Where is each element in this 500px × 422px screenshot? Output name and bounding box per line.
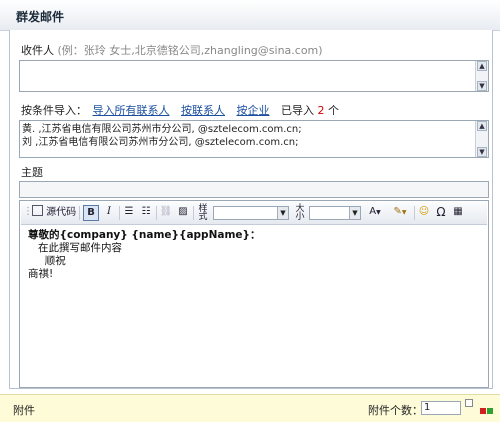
imported-scrollbar[interactable]: ▲ ▼ [475,121,488,157]
import-by-company-link[interactable]: 按企业 [237,104,270,117]
attachments-count-input[interactable]: 1 [421,401,461,415]
scroll-up-icon[interactable]: ▲ [477,121,487,131]
smiley-icon[interactable]: ☺ [417,205,431,221]
source-code-icon [31,205,43,216]
import-bar: 按条件导入： 导入所有联系人 按联系人 按企业 已导入 2 个 [21,102,339,118]
scroll-down-icon[interactable]: ▼ [477,81,487,91]
attachments-bar: 附件 附件个数： 1 [0,394,500,422]
scroll-down-icon[interactable]: ▼ [477,147,487,157]
subject-input[interactable] [19,181,489,198]
editor-toolbar: ⋮ 源代码 B I ☰ ☷ ⛓ ▨ 样式 ▼ 大小 ▼ A▼ ✎▼ ☺ Ω ▦ [21,202,487,225]
attachments-label: 附件 [13,404,35,417]
size-label: 大小 [295,204,305,222]
style-select[interactable]: ▼ [213,206,289,220]
toolbar-separator [79,206,80,220]
link-icon[interactable]: ⛓ [159,205,173,221]
imported-unit: 个 [328,104,339,117]
subject-label: 主题 [21,166,43,179]
toolbar-grip: ⋮ [23,206,33,217]
compose-panel: 收件人 (例：张玲 女士,北京德铭公司,zhangling@sina.com) … [9,30,493,389]
logo-green-square [487,408,493,414]
toolbar-separator [414,206,415,220]
recipients-label-text: 收件人 [21,44,54,57]
imported-recipient-row: 刘 ,江苏省电信有限公司苏州市分公司, @sztelecom.com.cn; [22,137,299,148]
chevron-down-icon: ▼ [349,207,360,219]
title-bar: 群发邮件 [0,0,500,31]
editor-body[interactable]: 尊敬的{company} {name}{appName}： 在此撰写邮件内容 顺… [28,229,260,281]
body-line: 在此撰写邮件内容 [28,242,123,254]
style-label: 样式 [198,204,208,222]
bold-button[interactable]: B [83,205,99,221]
import-by-contact-link[interactable]: 按联系人 [181,104,225,117]
imported-count: 2 [317,104,325,117]
highlight-color-button[interactable]: ✎▼ [389,205,411,221]
source-code-label: 源代码 [46,207,77,218]
recipients-label: 收件人 (例：张玲 女士,北京德铭公司,zhangling@sina.com) [21,42,323,58]
toolbar-separator [156,206,157,220]
chevron-down-icon: ▼ [277,207,288,219]
body-line: 顺祝 [28,255,66,267]
text-color-button[interactable]: A▼ [365,205,385,221]
recipients-scrollbar[interactable]: ▲ ▼ [475,61,488,91]
toolbar-separator [193,206,194,220]
imported-label: 已导入 [281,104,314,117]
special-char-button[interactable]: Ω [434,205,448,221]
size-select[interactable]: ▼ [309,206,361,220]
table-icon[interactable]: ▦ [451,205,465,221]
image-icon[interactable]: ▨ [176,205,190,221]
body-line: 尊敬的{company} {name}{appName}： [28,229,261,241]
logo-red-square [480,408,486,414]
scroll-up-icon[interactable]: ▲ [477,61,487,71]
toolbar-separator [119,206,120,220]
bullet-list-icon[interactable]: ☷ [139,205,153,221]
recipients-input[interactable]: ▲ ▼ [19,60,489,92]
page-title: 群发邮件 [16,10,65,24]
imported-recipients-box[interactable]: 黄. ,江苏省电信有限公司苏州市分公司, @sztelecom.com.cn; … [19,120,489,158]
import-all-contacts-link[interactable]: 导入所有联系人 [93,104,170,117]
ordered-list-icon[interactable]: ☰ [122,205,136,221]
source-code-button[interactable]: 源代码 [31,205,77,221]
import-label: 按条件导入： [21,104,87,117]
stepper-up-icon[interactable] [465,399,473,407]
attachments-count-label: 附件个数： [368,404,423,417]
recipients-hint: (例：张玲 女士,北京德铭公司,zhangling@sina.com) [57,44,323,57]
imported-recipient-row: 黄. ,江苏省电信有限公司苏州市分公司, @sztelecom.com.cn; [22,124,302,135]
body-line: 商祺! [28,268,54,280]
italic-button[interactable]: I [102,205,116,221]
rich-text-editor: ⋮ 源代码 B I ☰ ☷ ⛓ ▨ 样式 ▼ 大小 ▼ A▼ ✎▼ ☺ Ω ▦ … [19,200,489,388]
